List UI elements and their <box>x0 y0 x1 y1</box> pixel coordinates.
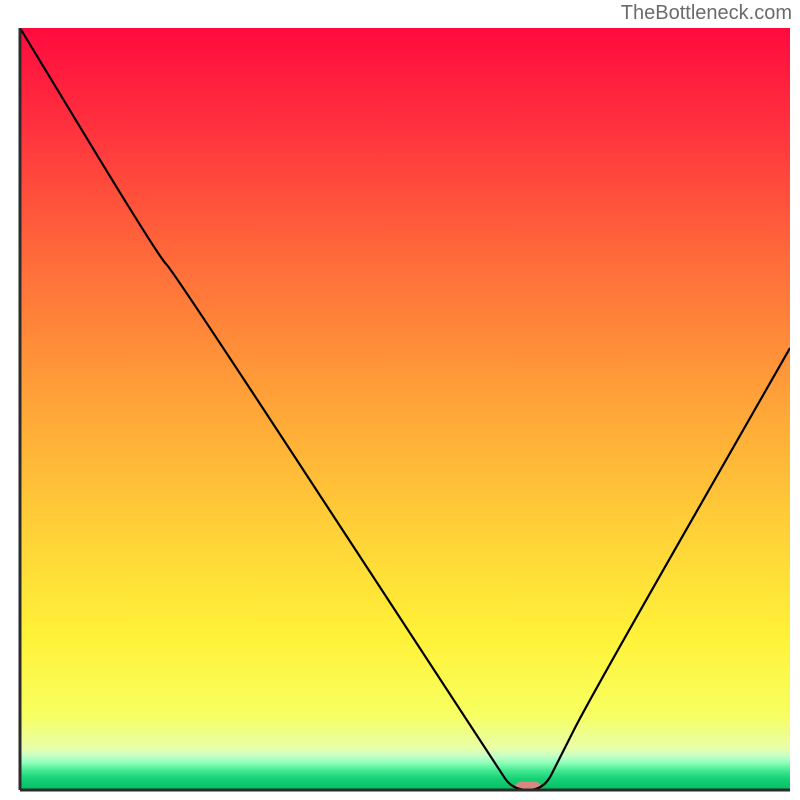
attribution-label: TheBottleneck.com <box>621 2 792 25</box>
bottleneck-chart <box>0 0 800 800</box>
gradient-background <box>20 28 790 790</box>
chart-container: TheBottleneck.com <box>0 0 800 800</box>
